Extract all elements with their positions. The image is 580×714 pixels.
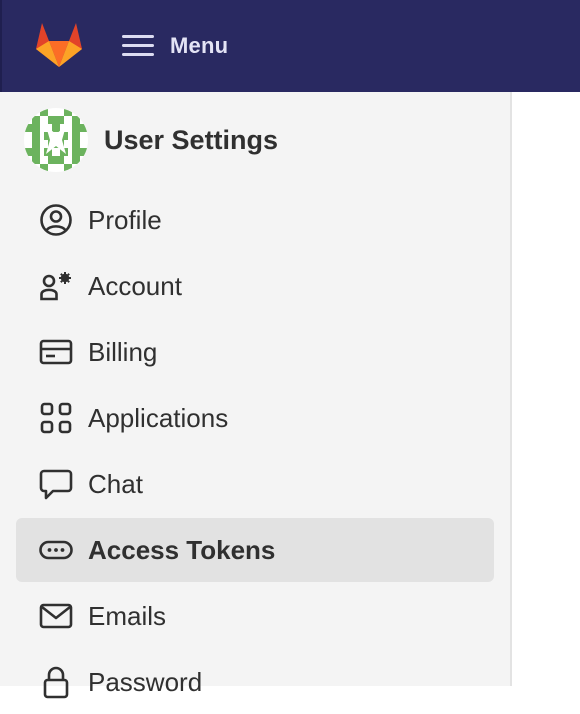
sidebar-item-applications[interactable]: Applications: [16, 386, 494, 450]
sidebar-item-emails[interactable]: Emails: [16, 584, 494, 648]
sidebar-item-password[interactable]: Password: [16, 650, 494, 714]
credit-card-icon: [38, 334, 74, 370]
sidebar-item-account[interactable]: Account: [16, 254, 494, 318]
sidebar-item-label: Applications: [88, 402, 229, 433]
user-circle-icon: [38, 202, 74, 238]
gitlab-logo-icon[interactable]: [32, 19, 86, 69]
sidebar-item-label: Profile: [88, 204, 162, 235]
user-settings-sidebar: User Settings Profile Account Billing Ap…: [0, 92, 512, 699]
lock-icon: [38, 664, 74, 700]
sidebar-item-chat[interactable]: Chat: [16, 452, 494, 516]
sidebar-item-label: Chat: [88, 468, 143, 499]
speech-bubble-icon: [38, 466, 74, 502]
top-navigation-bar: Menu: [0, 0, 580, 92]
sidebar-title[interactable]: User Settings: [104, 125, 278, 156]
envelope-icon: [38, 598, 74, 634]
settings-header[interactable]: User Settings: [24, 108, 278, 172]
sidebar-item-label: Access Tokens: [88, 534, 276, 565]
sidebar-item-label: Emails: [88, 600, 167, 631]
menu-label: Menu: [170, 33, 229, 58]
token-icon: [38, 532, 74, 568]
sidebar-item-label: Account: [88, 270, 182, 301]
sidebar-item-billing[interactable]: Billing: [16, 320, 494, 384]
user-gear-icon: [38, 268, 74, 304]
user-avatar[interactable]: [24, 108, 88, 172]
grid-icon: [38, 400, 74, 436]
sidebar-item-profile[interactable]: Profile: [16, 188, 494, 252]
sidebar-item-label: Billing: [88, 336, 158, 367]
menu-button[interactable]: Menu: [122, 24, 228, 68]
sidebar-item-label: Password: [88, 666, 203, 697]
sidebar-item-access-tokens[interactable]: Access Tokens: [16, 518, 494, 582]
hamburger-icon: [122, 35, 154, 57]
